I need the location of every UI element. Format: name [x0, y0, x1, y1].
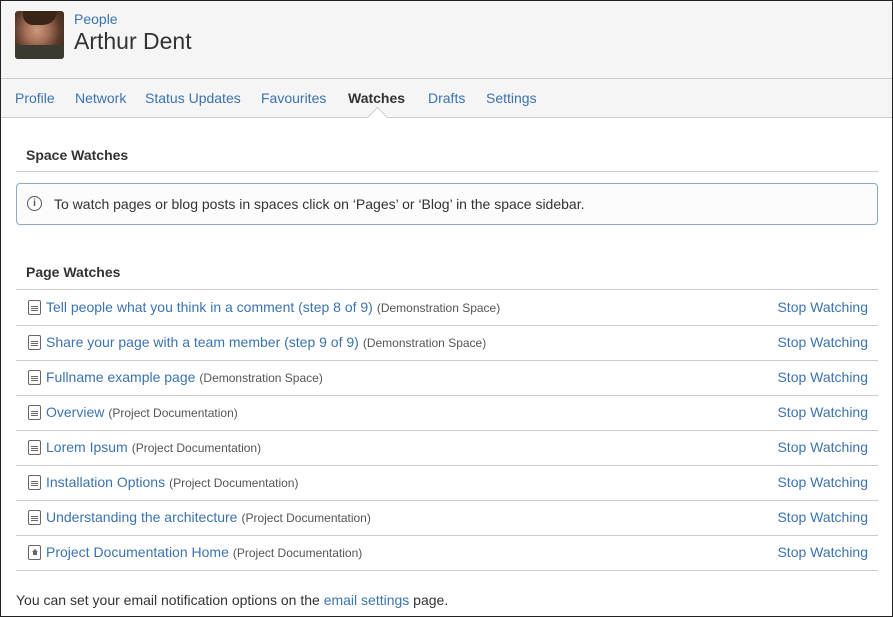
list-item: Tell people what you think in a comment …	[16, 290, 878, 326]
profile-header: People Arthur Dent	[1, 1, 892, 79]
page-icon	[28, 405, 41, 420]
page-icon	[28, 335, 41, 350]
stop-watching-button[interactable]: Stop Watching	[777, 544, 868, 560]
list-item: Project Documentation Home (Project Docum…	[16, 535, 878, 571]
page-icon	[28, 440, 41, 455]
stop-watching-button[interactable]: Stop Watching	[777, 404, 868, 420]
space-name: (Project Documentation)	[108, 406, 238, 420]
page-icon	[28, 510, 41, 525]
home-page-icon	[28, 545, 41, 560]
page-icon	[28, 475, 41, 490]
page-link[interactable]: Understanding the architecture (Project D…	[46, 509, 371, 525]
page-icon	[28, 370, 41, 385]
page-link[interactable]: Installation Options (Project Documentati…	[46, 474, 298, 490]
profile-nav: Profile Network Status Updates Favourite…	[1, 79, 892, 118]
stop-watching-button[interactable]: Stop Watching	[777, 369, 868, 385]
page-link[interactable]: Lorem Ipsum (Project Documentation)	[46, 439, 261, 455]
space-watches-heading: Space Watches	[26, 147, 129, 163]
list-item: Understanding the architecture (Project D…	[16, 500, 878, 536]
page-link[interactable]: Share your page with a team member (step…	[46, 334, 486, 350]
avatar-hair	[23, 11, 57, 25]
space-name: (Project Documentation)	[169, 476, 299, 490]
stop-watching-button[interactable]: Stop Watching	[777, 509, 868, 525]
watches-page: People Arthur Dent Profile Network Statu…	[0, 0, 893, 617]
list-item: Fullname example page (Demonstration Spac…	[16, 360, 878, 396]
page-link[interactable]: Tell people what you think in a comment …	[46, 299, 500, 315]
info-circle-icon: i	[27, 196, 42, 211]
stop-watching-button[interactable]: Stop Watching	[777, 334, 868, 350]
stop-watching-button[interactable]: Stop Watching	[777, 439, 868, 455]
stop-watching-button[interactable]: Stop Watching	[777, 474, 868, 490]
email-settings-link[interactable]: email settings	[324, 592, 410, 608]
avatar[interactable]	[15, 11, 64, 59]
page-title: Arthur Dent	[74, 28, 192, 54]
page-link[interactable]: Overview (Project Documentation)	[46, 404, 238, 420]
tab-profile[interactable]: Profile	[15, 90, 55, 106]
list-item: Lorem Ipsum (Project Documentation) Stop …	[16, 430, 878, 466]
tab-drafts[interactable]: Drafts	[428, 90, 465, 106]
page-icon	[28, 300, 41, 315]
page-watches-heading: Page Watches	[26, 264, 121, 280]
page-link[interactable]: Fullname example page (Demonstration Spac…	[46, 369, 323, 385]
email-settings-note: You can set your email notification opti…	[16, 592, 449, 608]
list-item: Share your page with a team member (step…	[16, 325, 878, 361]
tab-status-updates[interactable]: Status Updates	[145, 90, 241, 106]
info-message-text: To watch pages or blog posts in spaces c…	[54, 196, 585, 212]
space-name: (Demonstration Space)	[376, 301, 501, 315]
info-message: i To watch pages or blog posts in spaces…	[16, 183, 878, 225]
breadcrumb-people[interactable]: People	[74, 11, 118, 27]
stop-watching-button[interactable]: Stop Watching	[777, 299, 868, 315]
divider	[16, 171, 878, 172]
space-name: (Project Documentation)	[232, 546, 363, 560]
space-name: (Project Documentation)	[241, 511, 371, 525]
tab-favourites[interactable]: Favourites	[261, 90, 326, 106]
space-name: (Demonstration Space)	[362, 336, 487, 350]
list-item: Overview (Project Documentation) Stop Wat…	[16, 395, 878, 431]
space-name: (Project Documentation)	[131, 441, 262, 455]
tab-watches[interactable]: Watches	[348, 90, 405, 106]
list-item: Installation Options (Project Documentati…	[16, 465, 878, 501]
page-link[interactable]: Project Documentation Home (Project Docum…	[46, 544, 362, 560]
tab-network[interactable]: Network	[75, 90, 126, 106]
avatar-shoulders	[15, 45, 64, 59]
tab-settings[interactable]: Settings	[486, 90, 537, 106]
space-name: (Demonstration Space)	[199, 371, 323, 385]
